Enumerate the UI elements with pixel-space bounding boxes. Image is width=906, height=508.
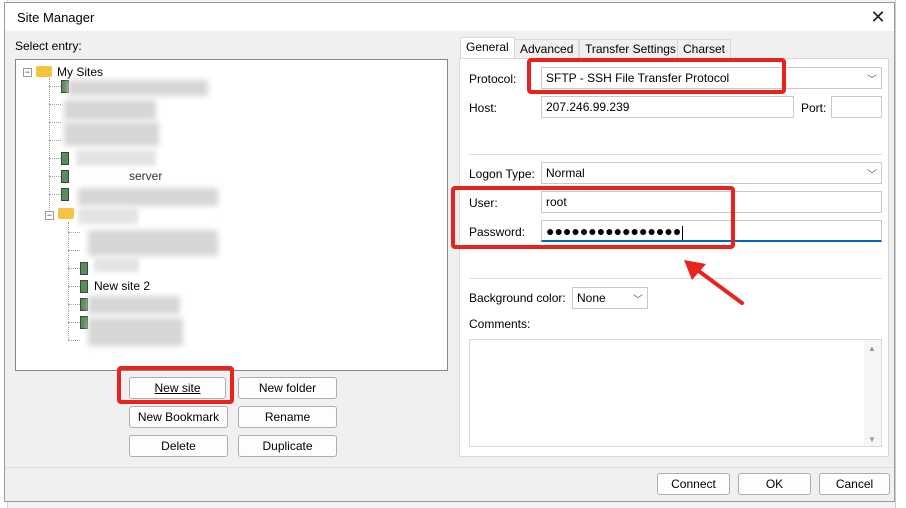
tree-branch — [49, 104, 61, 105]
scroll-down-icon[interactable]: ▼ — [868, 435, 876, 444]
computer-icon — [80, 280, 88, 294]
port-label: Port: — [801, 101, 827, 115]
tab-advanced[interactable]: Advanced — [514, 39, 580, 59]
tree-item[interactable] — [80, 259, 94, 277]
tree-branch — [49, 176, 61, 177]
highlight-protocol — [527, 58, 786, 94]
tree-branch — [68, 286, 80, 287]
highlight-credentials — [451, 186, 735, 249]
tab-general[interactable]: General — [460, 37, 515, 60]
collapse-icon[interactable]: − — [23, 68, 32, 77]
tree-subfolder[interactable] — [58, 205, 79, 223]
rename-button[interactable]: Rename — [238, 406, 337, 428]
tree-branch — [49, 86, 61, 87]
tree-branch — [49, 122, 61, 123]
new-bookmark-button[interactable]: New Bookmark — [129, 406, 228, 428]
divider — [469, 278, 882, 279]
computer-icon — [61, 170, 69, 184]
tree-item[interactable]: server — [61, 167, 162, 185]
highlight-new-site — [117, 366, 234, 404]
redacted-entry — [64, 100, 156, 120]
redacted-entry — [68, 80, 208, 96]
computer-icon — [80, 298, 88, 312]
select-entry-label: Select entry: — [15, 39, 82, 53]
scrollbar[interactable]: ▲ ▼ — [864, 340, 881, 446]
redacted-entry — [88, 296, 180, 314]
scroll-up-icon[interactable]: ▲ — [868, 344, 876, 353]
new-folder-button[interactable]: New folder — [238, 377, 337, 399]
logon-type-value: Normal — [546, 166, 585, 180]
port-input[interactable] — [831, 96, 882, 118]
chevron-down-icon: ﹀ — [633, 295, 643, 306]
redacted-entry — [78, 208, 138, 224]
logon-type-select[interactable]: Normal ﹀ — [541, 162, 882, 184]
redacted-entry — [78, 188, 218, 206]
redacted-entry — [94, 258, 139, 272]
background-color-value: None — [577, 291, 606, 305]
tab-charset[interactable]: Charset — [677, 39, 732, 59]
folder-icon — [36, 66, 52, 78]
tree-item-label: New site 2 — [94, 279, 151, 293]
computer-icon — [80, 262, 88, 276]
tree-item[interactable] — [61, 149, 75, 167]
tree-item-label: server — [129, 169, 163, 183]
protocol-label: Protocol: — [469, 72, 517, 86]
redacted-entry — [64, 122, 159, 146]
tree-item-new-site-2[interactable]: New site 2 — [80, 277, 150, 295]
title-bar: Site Manager ✕ — [5, 3, 894, 31]
divider — [469, 154, 882, 155]
computer-icon — [61, 152, 69, 166]
background-right-strip — [895, 0, 906, 508]
tree-branch — [68, 304, 80, 305]
tree-branch — [49, 158, 61, 159]
comments-label: Comments: — [469, 317, 531, 331]
redacted-entry — [76, 150, 156, 166]
tree-branch — [68, 268, 80, 269]
chevron-down-icon: ﹀ — [867, 170, 877, 181]
tree-branch — [68, 250, 80, 251]
tab-transfer-settings[interactable]: Transfer Settings — [579, 39, 682, 59]
collapse-icon[interactable]: − — [45, 211, 54, 220]
comments-textarea[interactable]: ▲ ▼ — [469, 339, 882, 447]
duplicate-button[interactable]: Duplicate — [238, 435, 337, 457]
tree-branch — [49, 140, 61, 141]
dialog-title: Site Manager — [17, 10, 95, 25]
logon-type-label: Logon Type: — [469, 167, 535, 181]
ok-button[interactable]: OK — [738, 473, 811, 495]
annotation-arrow-icon — [684, 260, 744, 305]
tree-item[interactable] — [61, 185, 75, 203]
bottom-button-bar: Connect OK Cancel — [5, 467, 894, 501]
background-color-label: Background color: — [469, 291, 566, 305]
close-icon[interactable]: ✕ — [866, 5, 890, 29]
tree-branch — [68, 340, 80, 341]
computer-icon — [61, 188, 69, 202]
computer-icon — [80, 316, 88, 330]
tree-branch — [68, 322, 80, 323]
host-input[interactable]: 207.246.99.239 — [541, 96, 794, 118]
delete-button[interactable]: Delete — [129, 435, 228, 457]
folder-icon — [58, 208, 74, 220]
site-tree[interactable]: − My Sites server − New site 2 — [15, 59, 448, 371]
background-color-select[interactable]: None ﹀ — [572, 287, 648, 309]
tree-branch — [68, 232, 80, 233]
host-label: Host: — [469, 101, 498, 115]
chevron-down-icon: ﹀ — [867, 75, 877, 86]
connect-button[interactable]: Connect — [657, 473, 730, 495]
redacted-entry — [88, 230, 218, 256]
cancel-button[interactable]: Cancel — [819, 473, 890, 495]
redacted-entry — [88, 318, 183, 346]
tree-branch — [49, 194, 61, 195]
